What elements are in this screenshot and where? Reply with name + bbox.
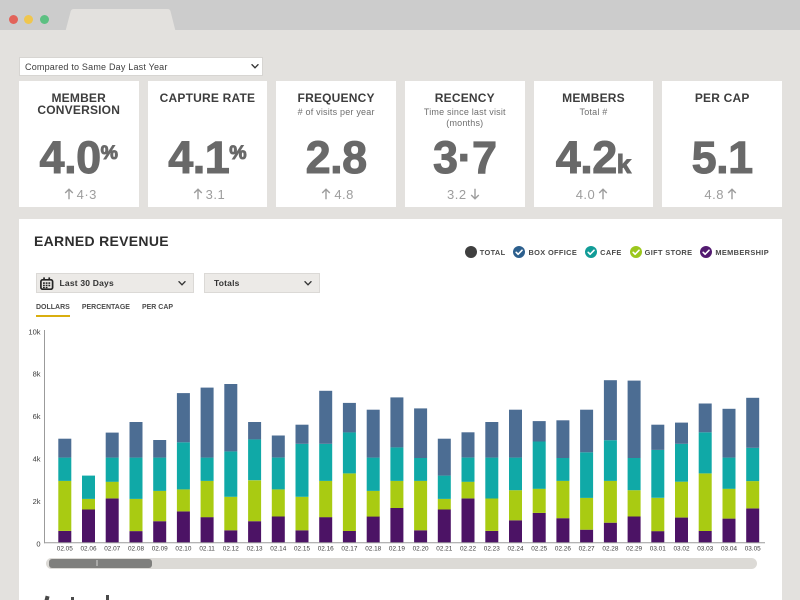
svg-text:02.17: 02.17 (341, 546, 357, 553)
svg-text:03.05: 03.05 (745, 546, 761, 553)
svg-text:03.01: 03.01 (650, 546, 666, 553)
svg-text:03.02: 03.02 (674, 546, 690, 553)
svg-text:02.22: 02.22 (460, 546, 476, 553)
svg-text:02.20: 02.20 (413, 546, 429, 553)
svg-text:02.05: 02.05 (57, 546, 73, 553)
svg-text:02.16: 02.16 (318, 546, 334, 553)
svg-text:02.28: 02.28 (602, 546, 618, 553)
svg-text:02.09: 02.09 (152, 546, 168, 553)
svg-text:8k: 8k (33, 370, 41, 379)
svg-text:4k: 4k (33, 455, 41, 464)
svg-text:10k: 10k (28, 327, 40, 336)
svg-text:02.29: 02.29 (626, 546, 642, 553)
svg-text:02.18: 02.18 (365, 546, 381, 553)
svg-text:02.19: 02.19 (389, 546, 405, 553)
svg-text:02.14: 02.14 (270, 546, 286, 553)
svg-text:6k: 6k (33, 412, 41, 421)
svg-text:03.04: 03.04 (721, 546, 737, 553)
svg-text:02.27: 02.27 (579, 546, 595, 553)
svg-text:02.08: 02.08 (128, 546, 144, 553)
svg-text:0: 0 (36, 539, 40, 548)
svg-text:02.11: 02.11 (199, 546, 215, 553)
svg-text:02.10: 02.10 (175, 546, 191, 553)
svg-text:02.25: 02.25 (531, 546, 547, 553)
svg-text:02.23: 02.23 (484, 546, 500, 553)
svg-text:03.03: 03.03 (697, 546, 713, 553)
svg-text:02.15: 02.15 (294, 546, 310, 553)
svg-text:2k: 2k (33, 497, 41, 506)
svg-text:02.21: 02.21 (436, 546, 452, 553)
svg-text:02.12: 02.12 (223, 546, 239, 553)
svg-text:02.07: 02.07 (104, 546, 120, 553)
svg-text:02.06: 02.06 (81, 546, 97, 553)
svg-text:02.13: 02.13 (247, 546, 263, 553)
svg-text:02.26: 02.26 (555, 546, 571, 553)
svg-text:02.24: 02.24 (508, 546, 524, 553)
